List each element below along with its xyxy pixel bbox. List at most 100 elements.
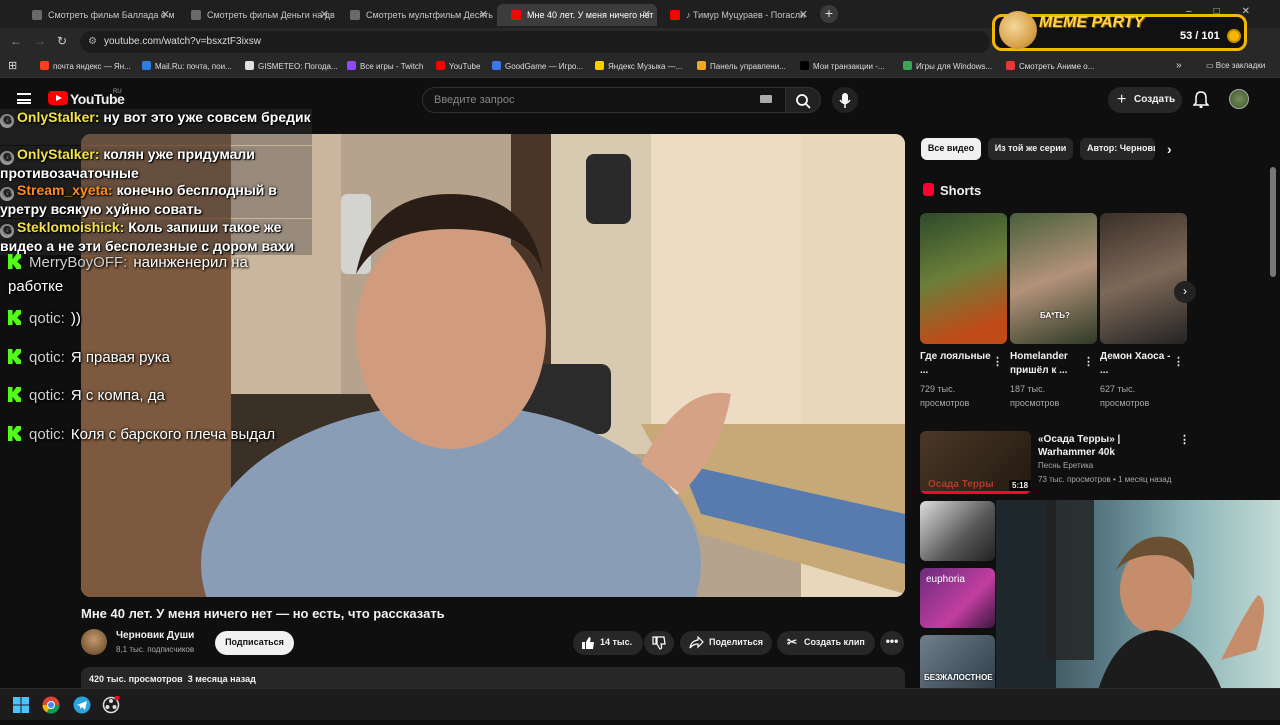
- close-tab-icon[interactable]: ✕: [479, 8, 488, 21]
- youtube-logo-icon[interactable]: [48, 91, 68, 105]
- reload-icon[interactable]: ↻: [57, 34, 67, 48]
- search-placeholder: Введите запрос: [434, 94, 515, 106]
- new-tab-button[interactable]: +: [820, 5, 838, 23]
- thumbnail-caption: Осада Терры: [928, 479, 994, 490]
- short-thumbnail[interactable]: [1100, 213, 1187, 344]
- chevron-right-icon[interactable]: ›: [1167, 141, 1172, 157]
- voice-search-button[interactable]: [832, 87, 858, 113]
- account-avatar[interactable]: [1229, 89, 1249, 109]
- search-button[interactable]: [785, 87, 821, 113]
- short-title[interactable]: Где лояльные ...: [920, 350, 992, 378]
- like-button[interactable]: 14 тыс.: [573, 631, 643, 655]
- short-thumbnail[interactable]: [920, 213, 1007, 344]
- bookmark-item[interactable]: GoodGame — Игро...: [492, 61, 583, 71]
- create-button[interactable]: + Создать: [1108, 87, 1182, 113]
- kick-chat-message: qotic:)): [8, 310, 81, 327]
- more-vertical-icon[interactable]: ⋮: [1173, 355, 1184, 368]
- windows-start-icon[interactable]: [13, 697, 29, 713]
- chat-message: G OnlyStalker: колян уже придумали против…: [0, 146, 312, 182]
- short-thumbnail[interactable]: БА*ТЬ?: [1010, 213, 1097, 344]
- bookmark-item[interactable]: Смотреть Аниме о...: [1006, 61, 1094, 71]
- bookmark-item[interactable]: Мои транзакции -...: [800, 61, 885, 71]
- upload-date: 3 месяца назад: [187, 674, 256, 684]
- bookmark-item[interactable]: Яндекс Музыка —...: [595, 61, 682, 71]
- scrollbar-thumb[interactable]: [1270, 167, 1276, 277]
- close-tab-icon[interactable]: ✕: [642, 8, 651, 21]
- hamburger-menu-icon[interactable]: [17, 93, 31, 104]
- close-tab-icon[interactable]: ✕: [161, 8, 170, 21]
- short-title[interactable]: Демон Хаоса - ...: [1100, 350, 1172, 378]
- dislike-button[interactable]: [644, 631, 674, 655]
- close-tab-icon[interactable]: ✕: [320, 8, 329, 21]
- bookmark-item[interactable]: GISMETEO: Погода...: [245, 61, 338, 71]
- channel-avatar[interactable]: [81, 629, 107, 655]
- goodgame-icon: G: [0, 151, 14, 165]
- kick-icon: [8, 426, 21, 441]
- browser-tab[interactable]: Смотреть фильм Деньги на дв ✕: [177, 4, 335, 26]
- chrome-icon[interactable]: [42, 696, 60, 714]
- forward-icon[interactable]: →: [34, 34, 46, 48]
- bookmark-item[interactable]: YouTube: [436, 61, 480, 71]
- more-vertical-icon[interactable]: ⋮: [1083, 355, 1094, 368]
- bookmark-favicon-icon: [595, 61, 604, 70]
- chat-message: G Steklomoishick: Коль запиши такое же ви…: [0, 219, 312, 255]
- subscribe-button[interactable]: Подписаться: [215, 631, 294, 655]
- chip-author[interactable]: Автор: Черновик Души: [1080, 138, 1155, 160]
- short-title[interactable]: Homelander пришёл к ...: [1010, 350, 1082, 378]
- bookmark-favicon-icon: [245, 61, 254, 70]
- video-thumbnail[interactable]: euphoria: [920, 568, 995, 628]
- share-button[interactable]: Поделиться: [680, 631, 772, 655]
- video-thumbnail[interactable]: БЕЗЖАЛОСТНОЕ: [920, 635, 995, 695]
- scissors-icon: ✂: [787, 635, 798, 649]
- apps-grid-icon[interactable]: ⊞: [8, 59, 17, 72]
- notifications-bell-icon[interactable]: [1193, 90, 1209, 108]
- chip-all-videos[interactable]: Все видео: [921, 138, 981, 160]
- view-count: 420 тыс. просмотров: [89, 674, 183, 684]
- keyboard-icon[interactable]: [760, 95, 772, 103]
- bookmark-favicon-icon: [347, 61, 356, 70]
- goodgame-icon: G: [0, 187, 14, 201]
- browser-tab[interactable]: Смотреть фильм Баллада о м ✕: [18, 4, 176, 26]
- browser-tab[interactable]: Смотреть мультфильм Десять ✕: [336, 4, 494, 26]
- recommended-title[interactable]: «Осада Терры» | Warhammer 40k: [1038, 433, 1170, 459]
- meme-party-title: MEME PARTY: [1039, 14, 1145, 31]
- video-title: Мне 40 лет. У меня ничего нет — но есть,…: [81, 606, 445, 621]
- tab-label: ♪ Тимур Муцураев - Погасли: [686, 10, 806, 20]
- webcam-overlay: [996, 500, 1280, 720]
- search-input[interactable]: Введите запрос: [422, 87, 786, 113]
- bookmark-item[interactable]: почта яндекс — Ян...: [40, 61, 131, 71]
- watch-progress: [920, 491, 1031, 494]
- more-horizontal-icon: •••: [885, 634, 899, 648]
- back-icon[interactable]: ←: [10, 34, 22, 48]
- bookmark-item[interactable]: Панель управлени...: [697, 61, 786, 71]
- more-vertical-icon[interactable]: ⋮: [1179, 433, 1190, 446]
- chat-message: G Stream_xyeta: конечно бесплодный в урет…: [0, 182, 312, 218]
- shorts-next-button[interactable]: ›: [1174, 281, 1196, 303]
- more-vertical-icon[interactable]: ⋮: [992, 355, 1003, 368]
- more-actions-button[interactable]: •••: [880, 631, 904, 655]
- more-bookmarks-icon[interactable]: »: [1176, 60, 1182, 71]
- obs-icon[interactable]: [102, 696, 120, 714]
- bookmark-item[interactable]: Mail.Ru: почта, пои...: [142, 61, 232, 71]
- recommended-channel[interactable]: Песнь Еретика: [1038, 461, 1093, 470]
- browser-tab-active[interactable]: Мне 40 лет. У меня ничего нет ✕: [497, 4, 657, 26]
- kick-icon: [8, 387, 21, 402]
- video-thumbnail[interactable]: [920, 501, 995, 561]
- all-bookmarks-button[interactable]: ▭ Все закладки: [1206, 61, 1265, 70]
- bookmark-item[interactable]: Все игры - Twitch: [347, 61, 423, 71]
- close-tab-icon[interactable]: ✕: [799, 8, 808, 21]
- telegram-icon[interactable]: [73, 696, 91, 714]
- folder-icon: ▭: [1206, 61, 1216, 70]
- browser-tab[interactable]: ♪ Тимур Муцураев - Погасли ✕: [656, 4, 814, 26]
- bookmark-item[interactable]: Игры для Windows...: [903, 61, 992, 71]
- short-views: 729 тыс. просмотров: [920, 384, 970, 408]
- site-info-icon[interactable]: ⚙: [88, 36, 97, 47]
- subscriber-count: 8,1 тыс. подписчиков: [116, 645, 195, 654]
- channel-name[interactable]: Черновик Души: [116, 630, 194, 641]
- create-clip-button[interactable]: ✂ Создать клип: [777, 631, 875, 655]
- url-field[interactable]: ⚙ youtube.com/watch?v=bsxztF3ixsw: [80, 31, 990, 53]
- tab-label: Смотреть фильм Баллада о м: [48, 10, 175, 20]
- bookmarks-bar: ⊞ почта яндекс — Ян... Mail.Ru: почта, п…: [0, 56, 1280, 78]
- chip-same-series[interactable]: Из той же серии: [988, 138, 1073, 160]
- doge-logo: [999, 11, 1037, 49]
